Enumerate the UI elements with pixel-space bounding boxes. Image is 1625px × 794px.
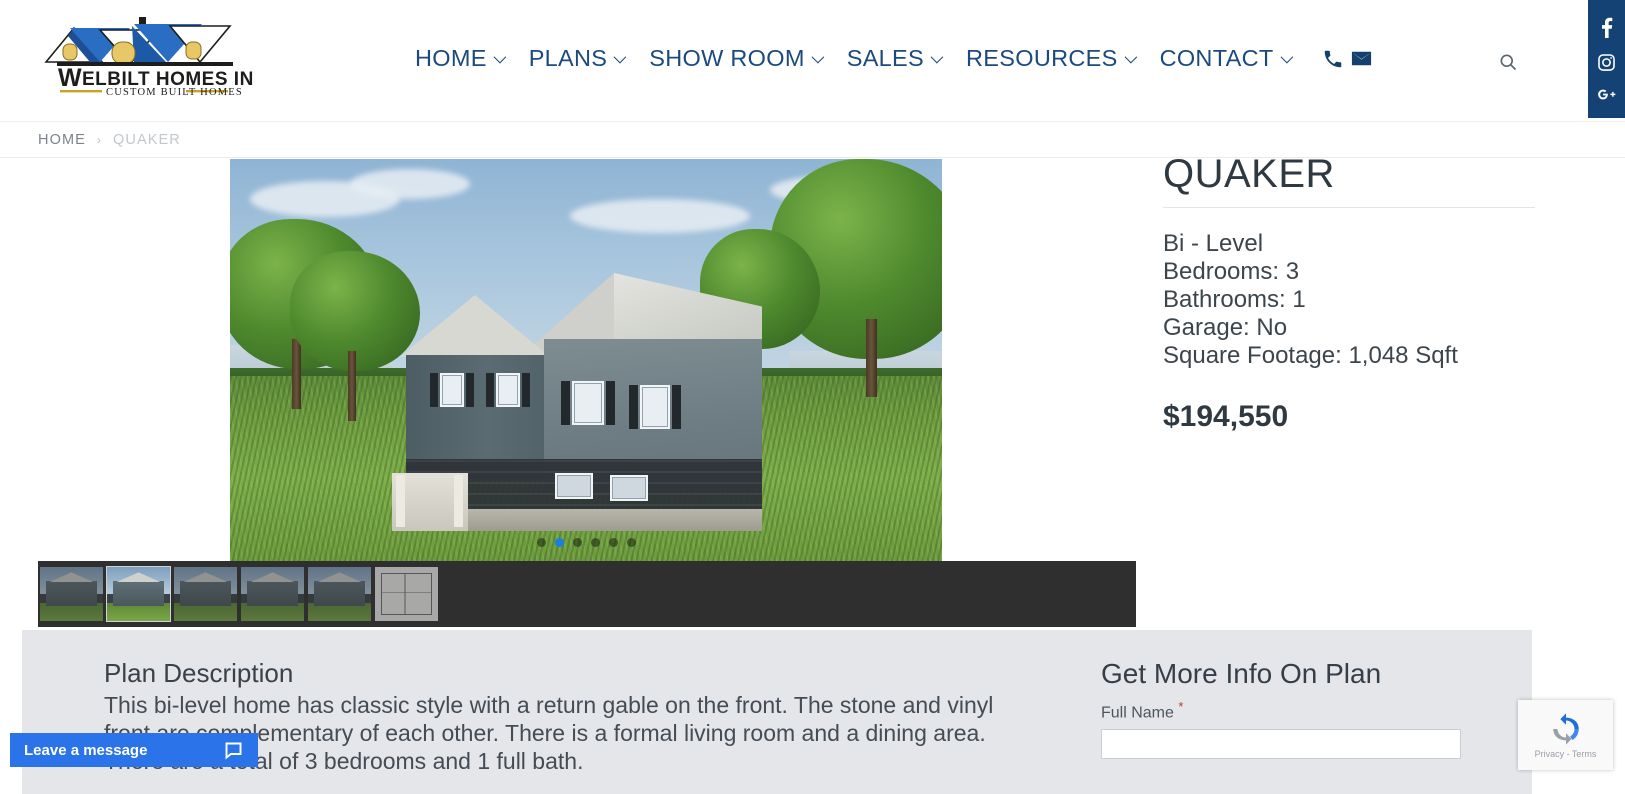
spec-style: Bi - Level <box>1163 230 1264 257</box>
main-navigation: HOME PLANS SHOW ROOM SALES RESOURCES CON… <box>415 45 1373 72</box>
nav-item-label: HOME <box>415 45 487 71</box>
welbilt-logo-icon: W ELBILT HOMES INC. CUSTOM BUILT HOMES <box>44 17 254 98</box>
nav-item-resources[interactable]: RESOURCES <box>966 45 1160 72</box>
nav-item-label: SHOW ROOM <box>649 45 805 71</box>
cloud-shape <box>570 199 750 233</box>
carousel-dot-4[interactable] <box>590 538 600 547</box>
google-plus-icon[interactable] <box>1596 87 1618 103</box>
carousel-dot-2[interactable] <box>554 538 564 547</box>
plan-description-heading: Plan Description <box>104 658 294 688</box>
chat-bubble-icon <box>225 742 242 760</box>
chevron-down-icon <box>493 50 506 64</box>
spec-bedrooms: Bedrooms: 3 <box>1163 258 1300 285</box>
chat-label: Leave a message <box>24 741 148 759</box>
full-name-label: Full Name <box>1101 704 1174 722</box>
breadcrumb-current: QUAKER <box>113 131 181 148</box>
carousel-dot-6[interactable] <box>626 538 636 547</box>
page-root: W ELBILT HOMES INC. CUSTOM BUILT HOMES H… <box>0 0 1625 794</box>
spec-bathrooms: Bathrooms: 1 <box>1163 286 1306 313</box>
nav-item-show-room[interactable]: SHOW ROOM <box>649 45 846 72</box>
spec-garage: Garage: No <box>1163 314 1288 341</box>
carousel-dot-3[interactable] <box>572 538 582 547</box>
thumbnail-1[interactable] <box>40 567 103 621</box>
recaptcha-privacy-terms[interactable]: Privacy - Terms <box>1535 749 1597 759</box>
plan-image-carousel[interactable] <box>230 159 942 561</box>
form-heading: Get More Info On Plan <box>1101 658 1382 689</box>
plan-spec-list: Bi - Level Bedrooms: 3 Bathrooms: 1 Gara… <box>1163 230 1535 370</box>
thumbnail-6-floorplan[interactable] <box>375 567 438 621</box>
full-name-label-row: Full Name * <box>1101 699 1481 722</box>
nav-item-sales[interactable]: SALES <box>847 45 966 72</box>
site-header: W ELBILT HOMES INC. CUSTOM BUILT HOMES H… <box>0 0 1625 122</box>
carousel-dots <box>230 538 942 547</box>
search-icon[interactable] <box>1498 52 1518 77</box>
get-more-info-form: Get More Info On Plan Full Name * <box>1101 658 1481 760</box>
chevron-down-icon <box>1124 50 1137 64</box>
chevron-down-icon <box>1280 50 1293 64</box>
chevron-down-icon <box>613 50 627 64</box>
breadcrumb-separator-icon: › <box>96 132 103 147</box>
thumbnail-2[interactable] <box>106 566 171 622</box>
carousel-dot-1[interactable] <box>536 538 546 547</box>
plan-details-panel: QUAKER Bi - Level Bedrooms: 3 Bathrooms:… <box>1163 152 1535 434</box>
nav-item-label: SALES <box>846 45 925 71</box>
plan-price: $194,550 <box>1163 400 1289 433</box>
nav-item-plans[interactable]: PLANS <box>529 45 650 72</box>
breadcrumb-home-link[interactable]: HOME <box>38 132 86 148</box>
required-marker: * <box>1178 699 1184 714</box>
house-illustration <box>392 273 810 532</box>
facebook-icon[interactable] <box>1601 16 1613 38</box>
nav-item-label: RESOURCES <box>966 45 1118 71</box>
recaptcha-icon <box>1552 712 1579 745</box>
social-sidebar <box>1588 0 1625 118</box>
site-logo[interactable]: W ELBILT HOMES INC. CUSTOM BUILT HOMES <box>36 14 256 106</box>
lower-content-panel: Plan Description This bi-level home has … <box>22 630 1532 794</box>
cloud-shape <box>350 169 470 199</box>
thumbnail-4[interactable] <box>241 567 304 621</box>
live-chat-widget[interactable]: Leave a message <box>10 733 258 767</box>
thumbnail-3[interactable] <box>174 567 237 621</box>
chevron-down-icon <box>930 50 944 64</box>
carousel-dot-5[interactable] <box>608 538 618 547</box>
page-title: QUAKER <box>1163 152 1535 208</box>
nav-item-contact[interactable]: CONTACT <box>1160 45 1316 72</box>
hero-house-render <box>230 159 942 561</box>
instagram-icon[interactable] <box>1597 53 1616 72</box>
nav-item-label: CONTACT <box>1159 45 1274 71</box>
thumbnail-5[interactable] <box>308 567 371 621</box>
spec-square-footage: Square Footage: 1,048 Sqft <box>1163 342 1458 369</box>
phone-icon[interactable] <box>1322 48 1344 70</box>
recaptcha-badge[interactable]: Privacy - Terms <box>1518 700 1613 770</box>
full-name-input[interactable] <box>1101 729 1461 760</box>
thumbnail-strip <box>38 561 1136 627</box>
chevron-down-icon <box>811 50 825 64</box>
svg-text:CUSTOM BUILT HOMES: CUSTOM BUILT HOMES <box>106 87 243 98</box>
envelope-icon[interactable] <box>1350 47 1373 70</box>
nav-item-label: PLANS <box>528 45 608 71</box>
svg-text:W: W <box>58 64 82 92</box>
nav-item-home[interactable]: HOME <box>415 45 529 72</box>
